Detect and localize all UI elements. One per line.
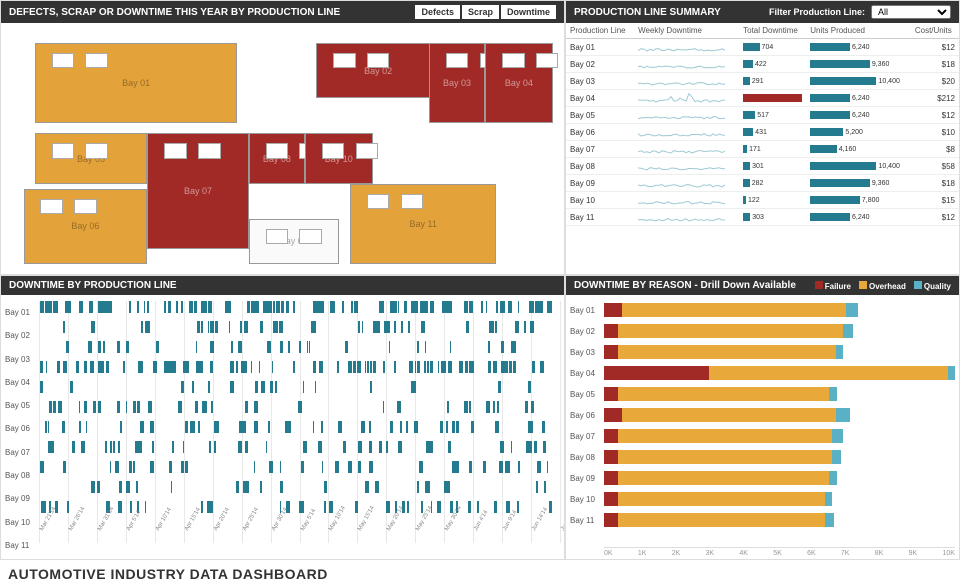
table-row[interactable]: Bay 113036,240$12 xyxy=(566,209,959,226)
dashboard-title: AUTOMOTIVE INDUSTRY DATA DASHBOARD xyxy=(0,560,960,588)
gantt-row-label: Bay 07 xyxy=(5,441,39,464)
table-row[interactable]: Bay 092829,360$18 xyxy=(566,175,959,192)
table-row[interactable]: Bay 0329110,400$20 xyxy=(566,73,959,90)
gantt-row-label: Bay 11 xyxy=(5,534,39,557)
reason-title: DOWNTIME BY REASON - Drill Down Availabl… xyxy=(574,280,796,291)
gantt-title: DOWNTIME BY PRODUCTION LINE xyxy=(9,280,177,291)
reason-row[interactable]: Bay 11 xyxy=(570,511,955,529)
gantt-row-label: Bay 02 xyxy=(5,324,39,347)
summary-table: Production LineWeekly DowntimeTotal Down… xyxy=(566,23,959,226)
table-row[interactable]: Bay 017046,240$12 xyxy=(566,39,959,56)
tab-downtime[interactable]: Downtime xyxy=(501,5,556,19)
table-row[interactable]: Bay 0830110,400$58 xyxy=(566,158,959,175)
legend-item-overhead[interactable]: Overhead xyxy=(859,281,906,291)
floorplan-title: DEFECTS, SCRAP OR DOWNTIME THIS YEAR BY … xyxy=(9,7,340,18)
table-row[interactable]: Bay 046,240$212 xyxy=(566,90,959,107)
filter-select[interactable]: All xyxy=(871,5,951,19)
gantt-row-label: Bay 03 xyxy=(5,348,39,371)
gantt-row-label: Bay 04 xyxy=(5,371,39,394)
legend-item-failure[interactable]: Failure xyxy=(815,281,851,291)
floorplan-map[interactable]: Bay 01Bay 02Bay 03Bay 04Bay 05Bay 06Bay … xyxy=(1,23,564,274)
bay-bay05[interactable]: Bay 05 xyxy=(35,133,148,183)
table-row[interactable]: Bay 064315,200$10 xyxy=(566,124,959,141)
filter-label: Filter Production Line: xyxy=(769,7,865,17)
floorplan-panel: DEFECTS, SCRAP OR DOWNTIME THIS YEAR BY … xyxy=(0,0,565,275)
gantt-row-label: Bay 05 xyxy=(5,394,39,417)
gantt-row-label: Bay 08 xyxy=(5,464,39,487)
reason-row[interactable]: Bay 04 xyxy=(570,364,955,382)
reason-row[interactable]: Bay 02 xyxy=(570,322,955,340)
reason-row[interactable]: Bay 05 xyxy=(570,385,955,403)
gantt-row-label: Bay 10 xyxy=(5,510,39,533)
tab-defects[interactable]: Defects xyxy=(415,5,460,19)
gantt-panel: DOWNTIME BY PRODUCTION LINE Bay 01Bay 02… xyxy=(0,275,565,560)
bay-bay08[interactable]: Bay 08 xyxy=(249,133,305,183)
reason-row[interactable]: Bay 09 xyxy=(570,469,955,487)
reason-row[interactable]: Bay 01 xyxy=(570,301,955,319)
legend-item-quality[interactable]: Quality xyxy=(914,281,951,291)
bay-bay09[interactable]: Bay 09 xyxy=(249,219,339,264)
reason-row[interactable]: Bay 07 xyxy=(570,427,955,445)
reason-panel: DOWNTIME BY REASON - Drill Down Availabl… xyxy=(565,275,960,560)
reason-row[interactable]: Bay 10 xyxy=(570,490,955,508)
table-row[interactable]: Bay 024229,360$18 xyxy=(566,56,959,73)
gantt-row-label: Bay 01 xyxy=(5,301,39,324)
gantt-row-label: Bay 09 xyxy=(5,487,39,510)
tab-scrap[interactable]: Scrap xyxy=(462,5,499,19)
summary-title: PRODUCTION LINE SUMMARY xyxy=(574,7,721,18)
reason-row[interactable]: Bay 06 xyxy=(570,406,955,424)
table-row[interactable]: Bay 101227,800$15 xyxy=(566,192,959,209)
table-row[interactable]: Bay 055176,240$12 xyxy=(566,107,959,124)
reason-row[interactable]: Bay 08 xyxy=(570,448,955,466)
gantt-row-label: Bay 06 xyxy=(5,417,39,440)
bay-bay02[interactable]: Bay 02 xyxy=(316,43,440,98)
bay-bay10[interactable]: Bay 10 xyxy=(305,133,373,183)
table-row[interactable]: Bay 071714,160$8 xyxy=(566,141,959,158)
summary-panel: PRODUCTION LINE SUMMARY Filter Productio… xyxy=(565,0,960,275)
reason-row[interactable]: Bay 03 xyxy=(570,343,955,361)
